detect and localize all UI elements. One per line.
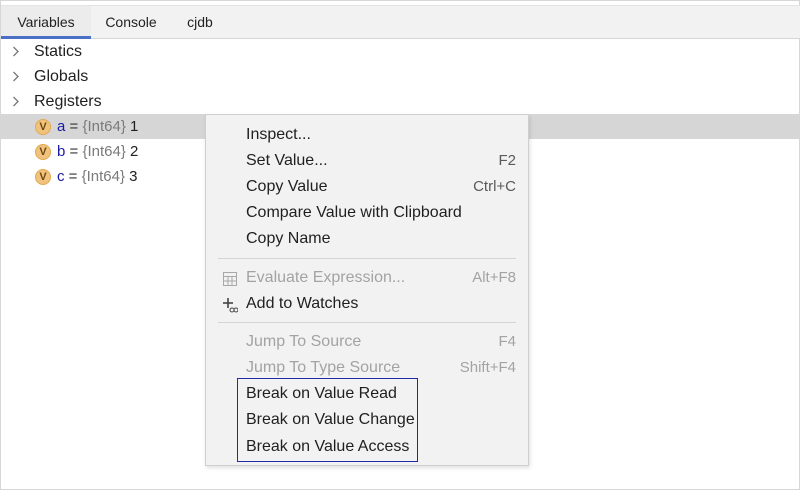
menu-item-label: Break on Value Access <box>246 438 410 455</box>
menu-item-evaluate-expression[interactable]: Evaluate Expression... Alt+F8 <box>206 265 528 291</box>
tree-node-statics[interactable]: Statics <box>1 39 799 64</box>
variable-value: 2 <box>125 143 139 160</box>
tree-node-globals[interactable]: Globals <box>1 64 799 89</box>
menu-item-jump-to-source[interactable]: Jump To Source F4 <box>206 329 528 355</box>
calculator-icon <box>222 270 238 286</box>
variable-text: a = {Int64} 1 <box>57 114 138 139</box>
menu-item-label: Compare Value with Clipboard <box>246 204 462 221</box>
menu-item-jump-to-type-source[interactable]: Jump To Type Source Shift+F4 <box>206 355 528 381</box>
variable-icon: V <box>35 169 51 185</box>
menu-item-label: Jump To Type Source <box>246 359 401 376</box>
tab-cjdb[interactable]: cjdb <box>171 6 229 39</box>
menu-item-label: Copy Value <box>246 178 328 195</box>
debugger-panel: Variables Console cjdb Statics Globals R… <box>0 0 800 490</box>
variable-name: c <box>57 168 65 185</box>
menu-item-break-on-change[interactable]: Break on Value Change <box>206 407 528 433</box>
menu-item-shortcut: Shift+F4 <box>459 359 516 376</box>
variable-type: {Int64} <box>82 118 126 135</box>
variable-icon: V <box>35 119 51 135</box>
variable-value: 3 <box>125 168 138 185</box>
menu-item-label: Break on Value Change <box>246 411 415 428</box>
tree-node-label: Registers <box>34 93 102 110</box>
variable-equals: = <box>65 143 83 160</box>
menu-item-shortcut: F2 <box>498 152 516 169</box>
variable-value: 1 <box>125 118 139 135</box>
variable-text: b = {Int64} 2 <box>57 139 138 164</box>
variable-icon: V <box>35 144 51 160</box>
context-menu: Inspect... Set Value... F2 Copy Value Ct… <box>205 114 529 466</box>
variable-equals: = <box>64 168 82 185</box>
chevron-right-icon[interactable] <box>11 64 23 89</box>
variable-type: {Int64} <box>81 168 125 185</box>
menu-item-label: Add to Watches <box>246 295 359 312</box>
tree-node-registers[interactable]: Registers <box>1 89 799 114</box>
menu-item-label: Set Value... <box>246 152 328 169</box>
tree-node-label: Statics <box>34 43 83 60</box>
menu-item-copy-value[interactable]: Copy Value Ctrl+C <box>206 174 528 200</box>
chevron-right-icon[interactable] <box>11 89 23 114</box>
menu-item-inspect[interactable]: Inspect... <box>206 122 528 148</box>
menu-item-shortcut: F4 <box>498 333 516 350</box>
menu-item-label: Jump To Source <box>246 333 362 350</box>
menu-item-shortcut: Alt+F8 <box>472 269 516 286</box>
menu-item-copy-name[interactable]: Copy Name <box>206 226 528 252</box>
tree-node-label: Globals <box>34 68 89 85</box>
chevron-right-icon[interactable] <box>11 39 23 64</box>
variable-type: {Int64} <box>82 143 126 160</box>
add-watch-icon <box>222 296 239 313</box>
menu-item-label: Evaluate Expression... <box>246 269 406 286</box>
tab-console[interactable]: Console <box>91 6 171 39</box>
variable-equals: = <box>65 118 83 135</box>
menu-item-label: Break on Value Read <box>246 385 397 402</box>
menu-item-break-on-read[interactable]: Break on Value Read <box>206 381 528 407</box>
menu-item-shortcut: Ctrl+C <box>473 178 516 195</box>
menu-item-label: Inspect... <box>246 126 311 143</box>
menu-item-label: Copy Name <box>246 230 331 247</box>
menu-item-set-value[interactable]: Set Value... F2 <box>206 148 528 174</box>
menu-item-add-to-watches[interactable]: Add to Watches <box>206 291 528 317</box>
menu-separator <box>218 258 516 259</box>
variable-text: c = {Int64} 3 <box>57 164 138 189</box>
menu-separator <box>218 322 516 323</box>
menu-item-compare-clipboard[interactable]: Compare Value with Clipboard <box>206 200 528 226</box>
tab-variables[interactable]: Variables <box>1 6 91 39</box>
menu-item-break-on-access[interactable]: Break on Value Access <box>206 434 528 460</box>
tab-bar: Variables Console cjdb <box>1 5 800 39</box>
